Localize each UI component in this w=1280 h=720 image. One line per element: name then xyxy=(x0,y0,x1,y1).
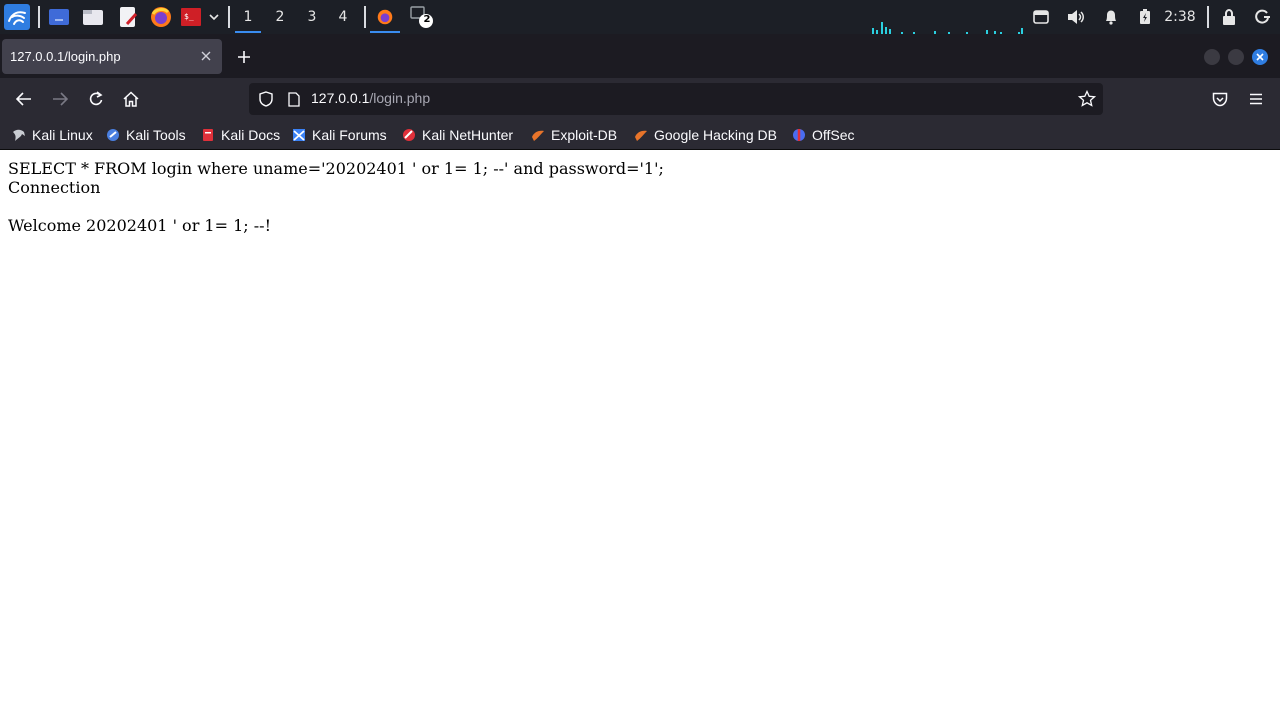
reload-button[interactable] xyxy=(82,85,110,113)
bookmark-kali-tools[interactable]: Kali Tools xyxy=(106,120,186,149)
panel-separator xyxy=(1207,6,1209,28)
lock-icon[interactable] xyxy=(1218,0,1240,34)
bookmark-exploit-db[interactable]: Exploit-DB xyxy=(531,120,617,149)
bookmark-kali-nethunter[interactable]: Kali NetHunter xyxy=(402,120,513,149)
workspace-3[interactable]: 3 xyxy=(297,0,327,34)
taskbar-terminal-window[interactable]: 2 xyxy=(406,0,436,34)
workspace-2[interactable]: 2 xyxy=(265,0,295,34)
new-tab-button[interactable] xyxy=(232,45,256,69)
top-panel: $_ 1 2 3 4 2 2:38 xyxy=(0,0,1280,34)
forward-button[interactable] xyxy=(46,85,74,113)
bookmark-label: Kali Tools xyxy=(126,126,186,143)
kali-docs-icon xyxy=(201,128,215,142)
bookmark-kali-forums[interactable]: Kali Forums xyxy=(292,120,387,149)
tab-close-icon[interactable] xyxy=(198,48,214,64)
kali-forums-icon xyxy=(292,128,306,142)
home-button[interactable] xyxy=(117,85,145,113)
maximize-button[interactable] xyxy=(1228,49,1244,65)
bookmark-label: Google Hacking DB xyxy=(654,126,777,143)
desktop-icon[interactable] xyxy=(47,0,71,34)
workspace-1[interactable]: 1 xyxy=(233,0,263,34)
welcome-message: Welcome 20202401 ' or 1= 1; --! xyxy=(8,216,271,235)
bookmark-offsec[interactable]: OffSec xyxy=(792,120,855,149)
notification-icon[interactable] xyxy=(1100,0,1122,34)
close-window-button[interactable] xyxy=(1252,49,1268,65)
bookmarks-toolbar: Kali Linux Kali Tools Kali Docs Kali For… xyxy=(0,120,1280,150)
page-content: SELECT * FROM login where uname='2020240… xyxy=(0,151,1280,720)
url-host: 127.0.0.1 xyxy=(311,90,370,106)
bookmark-kali-docs[interactable]: Kali Docs xyxy=(201,120,280,149)
file-manager-icon[interactable] xyxy=(81,0,105,34)
page-info-icon[interactable] xyxy=(285,90,303,108)
text-editor-icon[interactable] xyxy=(116,0,140,34)
tab-login[interactable]: 127.0.0.1/login.php xyxy=(2,39,222,74)
terminal-badge: 2 xyxy=(423,14,431,25)
kali-menu-icon[interactable] xyxy=(3,0,31,34)
kali-tools-icon xyxy=(106,128,120,142)
logout-icon[interactable] xyxy=(1252,0,1274,34)
exploit-db-icon xyxy=(531,128,545,142)
url-path: /login.php xyxy=(369,90,431,106)
tab-title: 127.0.0.1/login.php xyxy=(10,49,121,64)
menu-icon[interactable] xyxy=(1242,85,1270,113)
workspace-4[interactable]: 4 xyxy=(328,0,358,34)
battery-icon[interactable] xyxy=(1134,0,1156,34)
navigation-toolbar: 127.0.0.1/login.php xyxy=(0,78,1280,120)
volume-icon[interactable] xyxy=(1065,0,1087,34)
ghdb-icon xyxy=(634,128,648,142)
cpu-graph xyxy=(868,0,1028,34)
svg-text:$_: $_ xyxy=(184,12,194,21)
bookmark-label: Kali Forums xyxy=(312,126,387,143)
clock[interactable]: 2:38 xyxy=(1162,0,1198,34)
connection-text: Connection xyxy=(8,178,101,197)
nethunter-icon xyxy=(402,128,416,142)
url-text: 127.0.0.1/login.php xyxy=(311,90,430,106)
minimize-button[interactable] xyxy=(1204,49,1220,65)
panel-separator xyxy=(364,6,366,28)
bookmark-label: Kali Linux xyxy=(32,126,93,143)
bookmark-label: OffSec xyxy=(812,126,855,143)
back-button[interactable] xyxy=(10,85,38,113)
firefox-icon[interactable] xyxy=(149,0,173,34)
bookmark-label: Exploit-DB xyxy=(551,126,618,143)
sql-query-text: SELECT * FROM login where uname='2020240… xyxy=(8,159,664,178)
dropdown-icon[interactable] xyxy=(206,0,222,34)
taskbar-firefox-window[interactable] xyxy=(368,0,402,34)
bookmark-google-hacking-db[interactable]: Google Hacking DB xyxy=(634,120,777,149)
kali-dragon-icon xyxy=(12,128,26,142)
tab-strip: 127.0.0.1/login.php xyxy=(0,34,1280,78)
pocket-icon[interactable] xyxy=(1206,85,1234,113)
terminal-icon[interactable]: $_ xyxy=(179,0,203,34)
bookmark-kali-linux[interactable]: Kali Linux xyxy=(12,120,93,149)
bookmark-label: Kali Docs xyxy=(221,126,281,143)
url-bar[interactable]: 127.0.0.1/login.php xyxy=(249,83,1103,115)
panel-separator xyxy=(228,6,230,28)
panel-separator xyxy=(38,6,40,28)
bookmark-label: Kali NetHunter xyxy=(422,126,514,143)
bookmark-star-icon[interactable] xyxy=(1077,89,1097,109)
offsec-icon xyxy=(792,128,806,142)
display-icon[interactable] xyxy=(1030,0,1052,34)
tracking-shield-icon[interactable] xyxy=(257,90,275,108)
